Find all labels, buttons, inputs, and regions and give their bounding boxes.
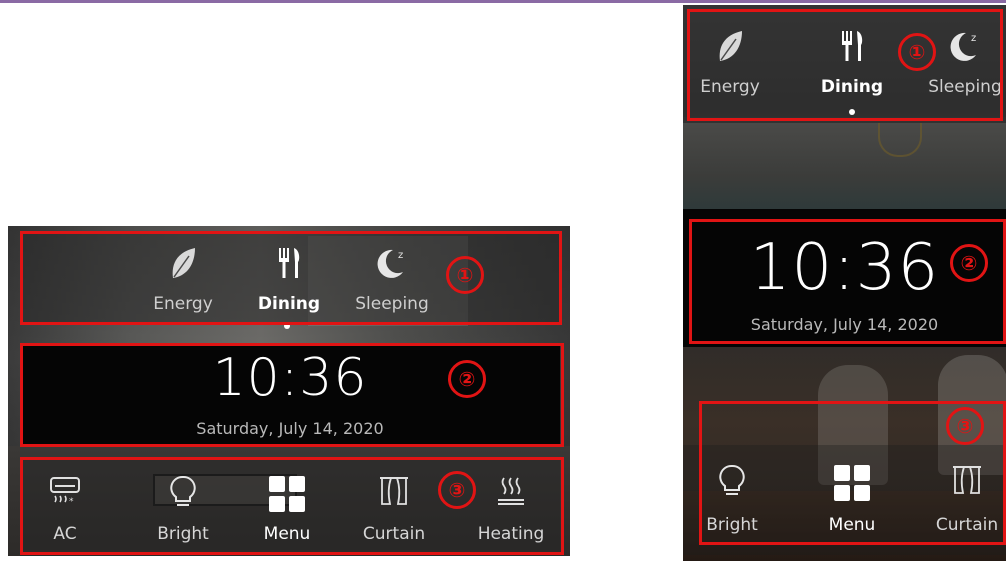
annotation-box-controls [20,457,564,555]
annotation-box-clock [689,219,1006,344]
annotation-number-1: ① [898,33,936,71]
annotation-number-2: ② [448,360,486,398]
annotation-box-clock [20,343,564,447]
annotation-number-2: ② [950,244,988,282]
annotation-number-3: ③ [438,471,476,509]
background-cabinet [683,123,1006,213]
annotation-box-scenes [687,9,1003,121]
annotation-number-3: ③ [946,407,984,445]
annotation-number-1: ① [446,256,484,294]
top-accent-line [0,0,1006,3]
